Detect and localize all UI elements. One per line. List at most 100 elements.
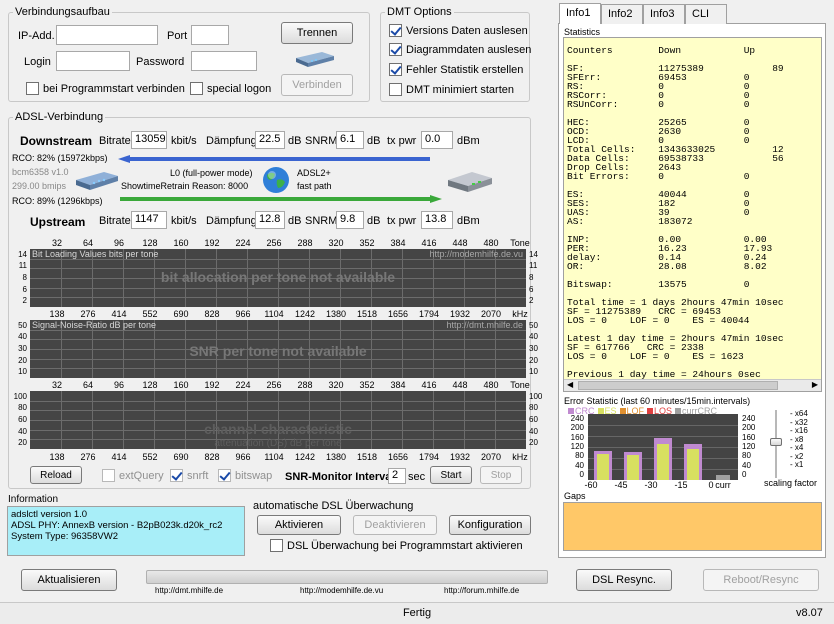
khz-tick: 2070 (480, 309, 502, 319)
monitor-startup-box[interactable] (270, 539, 283, 552)
port-input[interactable] (191, 25, 229, 45)
snrft-box[interactable] (170, 469, 183, 482)
khz-tick: 276 (80, 309, 96, 319)
extquery-box[interactable] (102, 469, 115, 482)
connect-button[interactable]: Verbinden (281, 74, 353, 96)
error-yaxis-right: 240 200 160 120 80 40 0 (741, 414, 761, 480)
tone-tick: 32 (51, 380, 63, 390)
y-tick: 30 (529, 344, 538, 353)
y-tick: 20 (18, 438, 27, 448)
snrft-checkbox[interactable]: snrft (170, 469, 208, 482)
upstream-attenuation-value: 12.8 (255, 211, 285, 229)
scaling-factor-label: scaling factor (764, 478, 818, 488)
activate-button[interactable]: Aktivieren (257, 515, 341, 535)
refresh-button[interactable]: Aktualisieren (21, 569, 117, 591)
port-label: Port (167, 30, 188, 42)
network-device-icon (292, 48, 338, 70)
statistics-box: Counters Down Up SF: 11275389 89 SFErr: … (563, 37, 822, 392)
khz-tick: 1380 (325, 452, 347, 462)
tone-tick: 128 (142, 238, 158, 248)
option-errorstats-box[interactable] (389, 63, 402, 76)
scroll-thumb[interactable] (578, 381, 778, 390)
ip-input[interactable] (56, 25, 158, 45)
stop-button[interactable]: Stop (480, 466, 522, 484)
tone-tick: 448 (452, 238, 468, 248)
bitswap-checkbox[interactable]: bitswap (218, 469, 272, 482)
option-minimized[interactable]: DMT minimiert starten (389, 83, 514, 96)
information-title: Information (8, 494, 59, 505)
monitor-startup-checkbox[interactable]: DSL Überwachung bei Programmstart aktivi… (270, 539, 523, 552)
tone-tick: 320 (328, 380, 344, 390)
khz-tick: 1794 (418, 309, 440, 319)
bitswap-box[interactable] (218, 469, 231, 482)
downstream-bitrate-label: Bitrate (99, 135, 131, 147)
option-versions-box[interactable] (389, 24, 402, 37)
scroll-left-icon[interactable]: ◀ (567, 380, 573, 389)
option-errorstats[interactable]: Fehler Statistik erstellen (389, 63, 523, 76)
snrft-label: snrft (187, 469, 209, 482)
reload-button[interactable]: Reload (30, 466, 82, 484)
y-tick: 8 (22, 273, 27, 282)
y-tick: 160 (570, 432, 584, 442)
login-input[interactable] (56, 51, 130, 71)
tone-ticks-top: 32 64 96 128 160 192 224 256 288 320 352 384 416 448 4… (30, 238, 530, 249)
option-diagram-box[interactable] (389, 43, 402, 56)
deactivate-button[interactable]: Deaktivieren (353, 515, 437, 535)
link-modemhilfe[interactable]: http://modemhilfe.de.vu (300, 586, 383, 595)
khz-tick: 1518 (356, 452, 378, 462)
y-tick: 20 (18, 355, 27, 365)
option-diagram[interactable]: Diagrammdaten auslesen (389, 43, 531, 56)
special-logon-box[interactable] (190, 82, 203, 95)
special-logon-checkbox[interactable]: special logon (190, 82, 271, 95)
auto-connect-checkbox[interactable]: bei Programmstart verbinden (26, 82, 185, 95)
downstream-bitrate-value: 13059 (131, 131, 167, 149)
tone-tick: 224 (235, 238, 251, 248)
khz-tick: 414 (111, 452, 127, 462)
y-tick: 11 (18, 261, 27, 271)
upstream-bitrate-unit: kbit/s (171, 215, 197, 227)
statistics-hscrollbar[interactable]: ◀ ▶ (564, 379, 821, 391)
snr-message: SNR per tone not available (189, 343, 367, 359)
password-label: Password (136, 56, 185, 68)
statistics-title: Statistics (564, 27, 601, 37)
configuration-button[interactable]: Konfiguration (449, 515, 531, 535)
option-versions[interactable]: Versions Daten auslesen (389, 24, 528, 37)
tab-info2[interactable]: Info2 (601, 4, 643, 24)
auto-connect-box[interactable] (26, 82, 39, 95)
password-input[interactable] (191, 51, 257, 71)
globe-icon (261, 165, 291, 195)
scroll-right-icon[interactable]: ▶ (812, 380, 818, 389)
snr-interval-input[interactable]: 2 (388, 468, 406, 484)
downstream-attenuation-unit: dB (288, 135, 302, 147)
tab-cli[interactable]: CLI (685, 4, 727, 24)
khz-tick: 1518 (356, 309, 378, 319)
line-mode: L0 (full-power mode) (170, 168, 253, 178)
y-tick: 40 (529, 426, 538, 436)
option-minimized-box[interactable] (389, 83, 402, 96)
khz-tick: 1380 (325, 309, 347, 319)
khz-tick: 828 (204, 452, 220, 462)
link-forum[interactable]: http://forum.mhilfe.de (444, 586, 519, 595)
tab-info3[interactable]: Info3 (643, 4, 685, 24)
downstream-snrm-unit: dB (367, 135, 381, 147)
downstream-txpwr-label: tx pwr (387, 135, 417, 147)
start-button[interactable]: Start (430, 466, 472, 484)
bit-loading-url: http://modemhilfe.de.vu (429, 249, 523, 259)
link-dmt[interactable]: http://dmt.mhilfe.de (155, 586, 223, 595)
error-stat-title: Error Statistic (last 60 minutes/15min.i… (564, 396, 751, 406)
channel-subtitle: attenuation (DS) dB per tone (214, 438, 342, 449)
tone-tick: 256 (266, 380, 282, 390)
y-tick: 60 (529, 415, 538, 424)
channel-yaxis-right: 100 80 60 40 20 (528, 391, 544, 449)
reboot-resync-button[interactable]: Reboot/Resync (703, 569, 819, 591)
tab-info1[interactable]: Info1 (559, 3, 601, 24)
y-tick: 6 (22, 284, 27, 294)
khz-tick: 276 (80, 452, 96, 462)
extquery-checkbox[interactable]: extQuery (102, 469, 164, 482)
scaling-slider-thumb[interactable] (770, 438, 782, 446)
disconnect-button[interactable]: Trennen (281, 22, 353, 44)
scaling-slider[interactable] (770, 410, 782, 478)
dsl-resync-button[interactable]: DSL Resync. (576, 569, 672, 591)
information-box: adslctl version 1.0 ADSL PHY: AnnexB ver… (7, 506, 245, 556)
khz-tick: 1104 (264, 309, 284, 319)
